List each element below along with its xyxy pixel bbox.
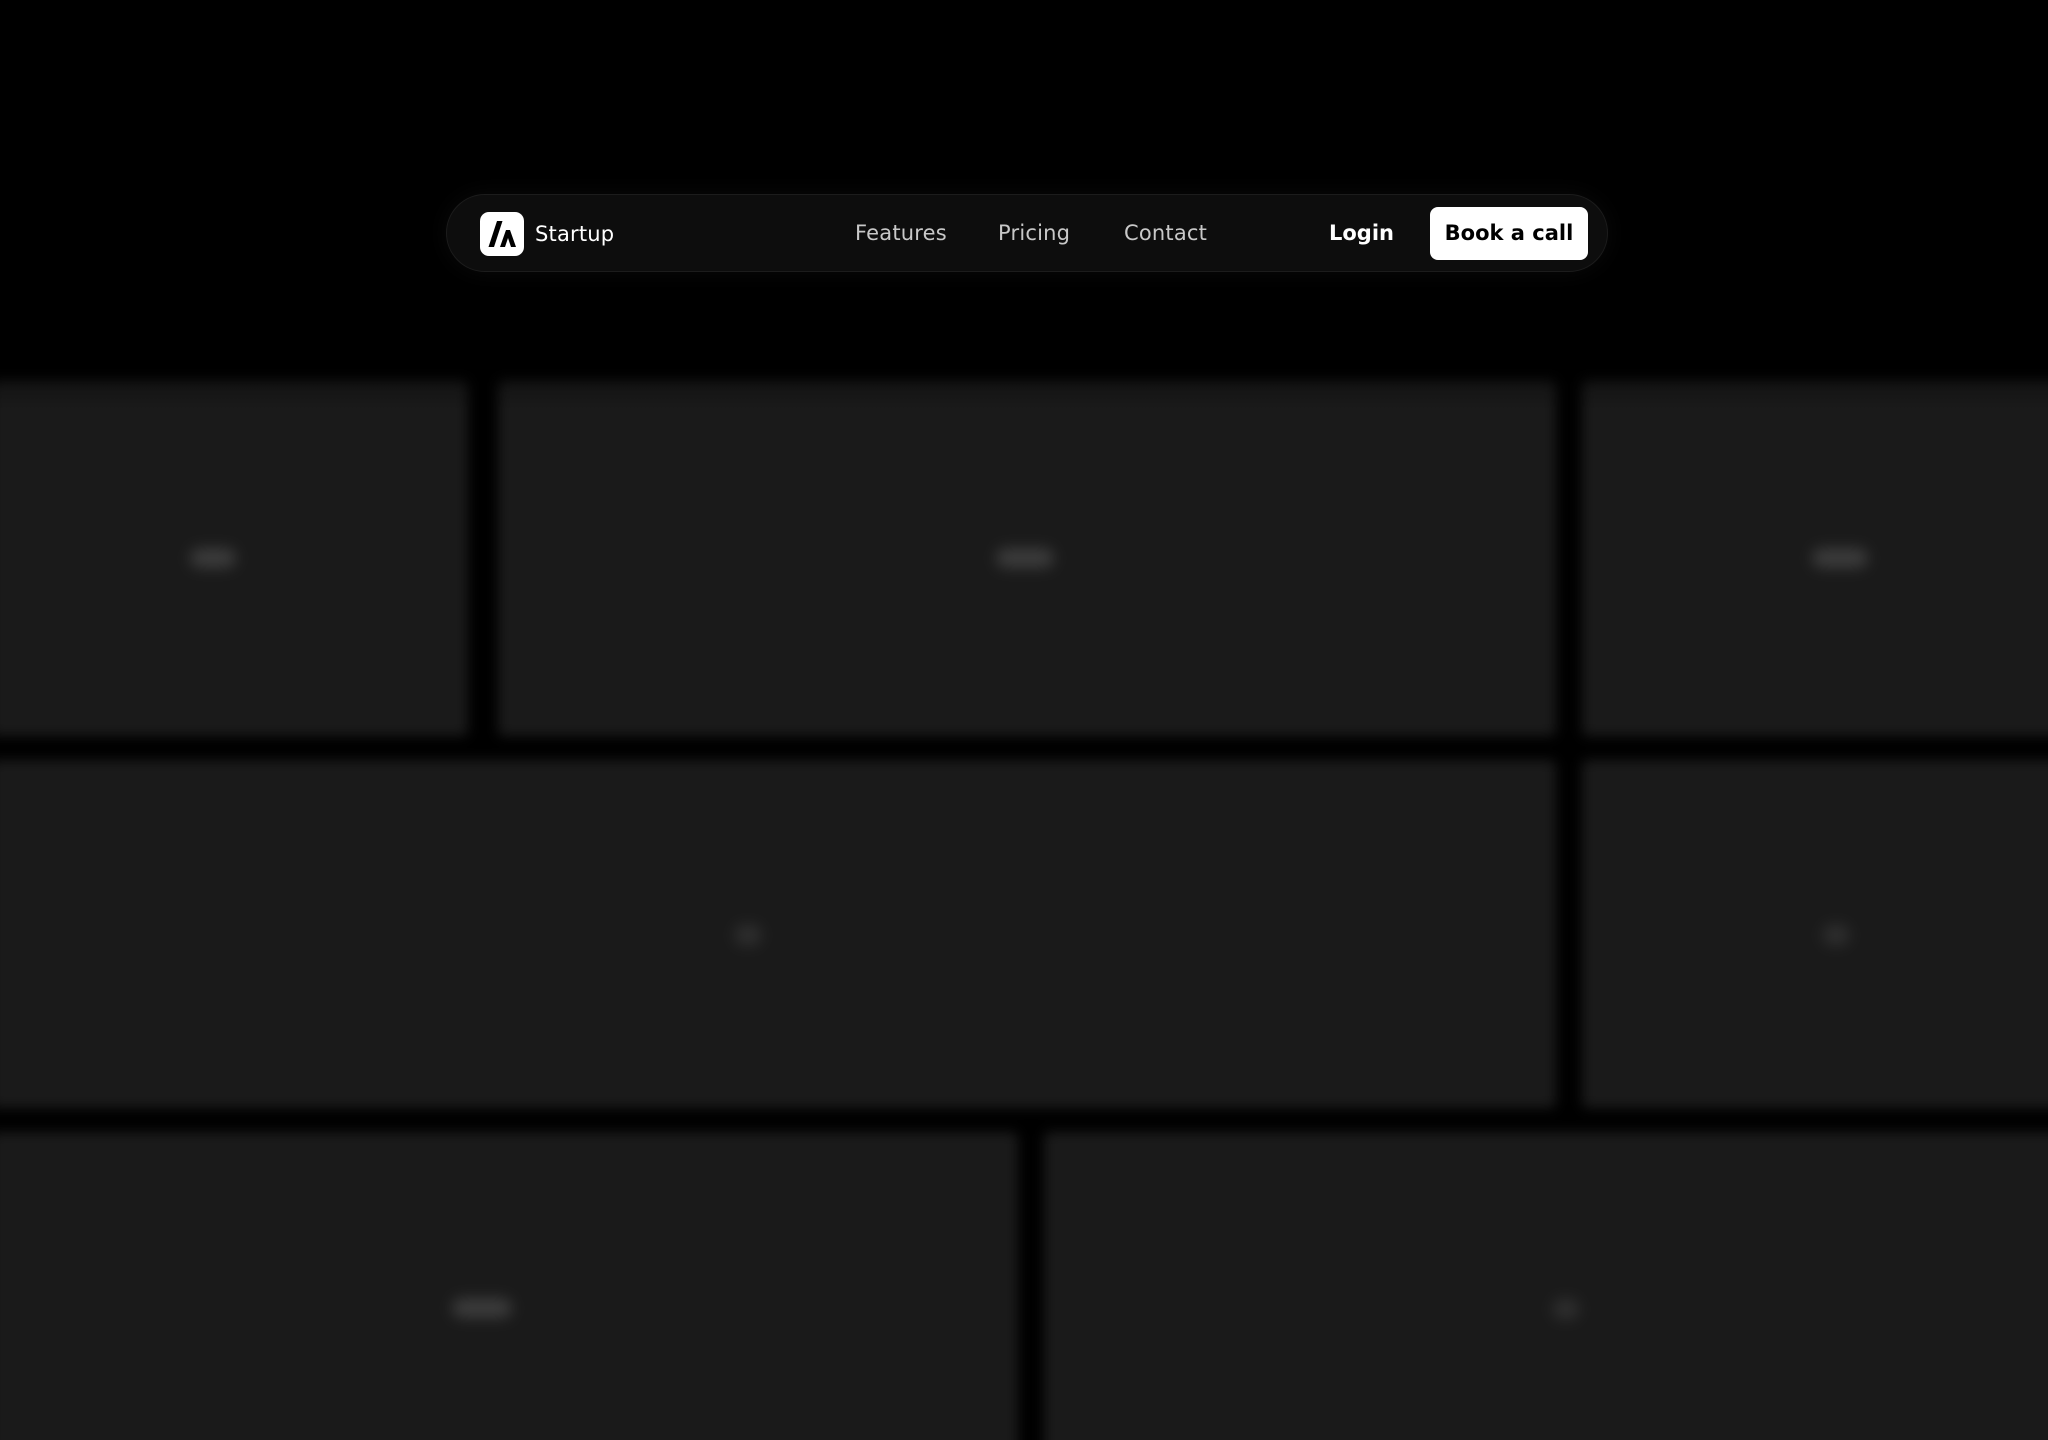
tile-placeholder-blob: [1812, 548, 1868, 568]
background-tile: [0, 380, 468, 736]
login-link[interactable]: Login: [1329, 195, 1394, 271]
navbar: Startup Features Pricing Contact Login B…: [446, 194, 1608, 272]
page: Startup Features Pricing Contact Login B…: [0, 0, 2048, 1440]
top-gradient-fade: [0, 300, 2048, 410]
background-tile: [1582, 760, 2048, 1108]
background-tile: [498, 380, 1556, 736]
tile-placeholder-blob: [1552, 1298, 1580, 1320]
background-tile: [0, 1132, 1018, 1440]
background-tile: [1582, 380, 2048, 736]
background-tile: [0, 760, 1556, 1108]
tile-placeholder-blob: [452, 1298, 512, 1318]
nav-link-features[interactable]: Features: [855, 195, 947, 271]
nav-link-pricing[interactable]: Pricing: [998, 195, 1070, 271]
background-tile: [1044, 1132, 2048, 1440]
tile-placeholder-blob: [1822, 924, 1850, 946]
tile-placeholder-blob: [734, 924, 762, 946]
nav-link-contact[interactable]: Contact: [1124, 195, 1207, 271]
tile-placeholder-blob: [996, 548, 1054, 568]
book-a-call-button[interactable]: Book a call: [1430, 207, 1588, 260]
tile-placeholder-blob: [190, 548, 236, 568]
